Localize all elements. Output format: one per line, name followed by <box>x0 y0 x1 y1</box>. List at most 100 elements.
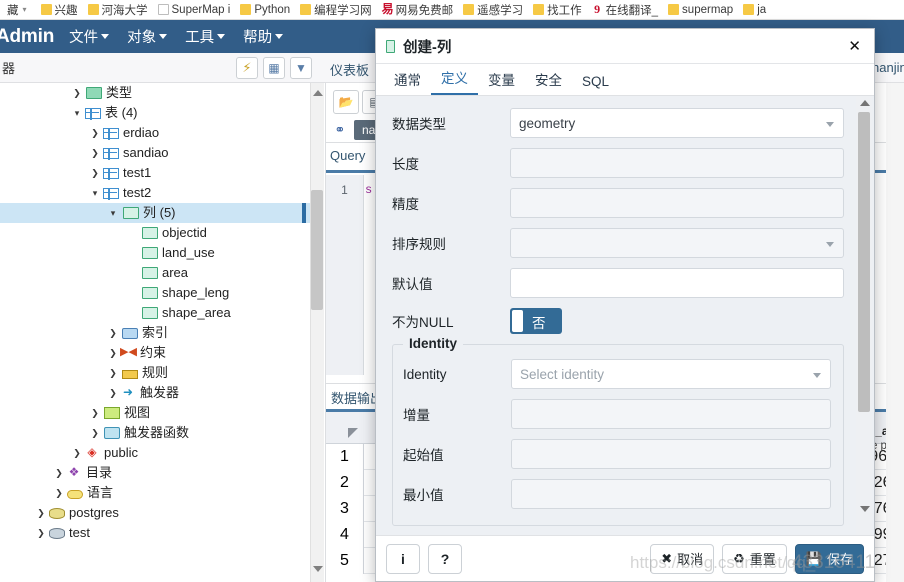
tree-scrollbar-thumb[interactable] <box>311 190 323 310</box>
reset-button[interactable]: ♻ 重置 <box>722 543 787 574</box>
bookmark-item[interactable]: 易网易免费邮 <box>377 1 459 19</box>
dialog-tab-0[interactable]: 通常 <box>384 69 431 95</box>
bookmark-item[interactable]: 遥感学习 <box>458 1 528 19</box>
lightning-icon[interactable]: ⚡ <box>236 57 258 79</box>
scroll-down-icon[interactable] <box>860 506 870 512</box>
tree-node[interactable]: ❯ ➜ 触发器 <box>0 383 310 403</box>
scroll-up-icon[interactable] <box>860 100 870 106</box>
tree-node[interactable]: ❯ sandiao <box>0 143 310 163</box>
bookmark-item[interactable]: 兴趣 <box>36 1 83 19</box>
code-text[interactable]: s <box>365 183 372 197</box>
identity-field-control[interactable] <box>511 439 831 469</box>
chevron-right-icon[interactable]: ❯ <box>88 408 102 419</box>
cancel-button[interactable]: ✖ 取消 <box>650 543 715 574</box>
bookmark-item[interactable]: supermap <box>663 1 738 19</box>
tree-node[interactable]: ❯ ◈ public <box>0 443 310 463</box>
chevron-right-icon[interactable]: ❯ <box>106 388 120 399</box>
chevron-down-icon[interactable]: ▾ <box>106 208 120 219</box>
bookmark-item[interactable]: Python <box>235 1 295 19</box>
tree-scrollbar[interactable] <box>310 83 324 582</box>
menu-1[interactable]: 对象 <box>118 26 176 47</box>
bookmark-item[interactable]: 9 在线翻译_ <box>587 1 663 19</box>
tree-node[interactable]: ❯ ❖ 目录 <box>0 463 310 483</box>
dialog-scrollbar[interactable] <box>856 96 872 535</box>
identity-field-control[interactable]: Select identity <box>511 359 831 389</box>
tree-node[interactable]: ❯ test <box>0 523 310 543</box>
tree-node[interactable]: ❯ 类型 <box>0 83 310 103</box>
data-type-select[interactable]: geometry <box>510 108 844 138</box>
filter-icon[interactable]: ▼ <box>290 57 312 79</box>
tree-node[interactable]: ❯ 触发器函数 <box>0 423 310 443</box>
tree-node[interactable]: shape_leng <box>0 283 310 303</box>
tree-node[interactable]: ❯ 规则 <box>0 363 310 383</box>
result-grid-scrollbar[interactable] <box>886 83 904 582</box>
tab-dashboard[interactable]: 仪表板 <box>330 60 369 79</box>
dialog-tab-3[interactable]: 安全 <box>525 69 572 95</box>
info-button[interactable]: i <box>386 543 420 574</box>
tree-node[interactable]: ❯ erdiao <box>0 123 310 143</box>
tree-node[interactable]: area <box>0 263 310 283</box>
chevron-right-icon[interactable]: ❯ <box>88 428 102 439</box>
chevron-right-icon[interactable]: ❯ <box>34 528 48 539</box>
bookmark-item[interactable]: SuperMap i <box>153 1 236 19</box>
chevron-down-icon[interactable]: ▾ <box>88 188 102 199</box>
collation-select[interactable] <box>510 228 844 258</box>
tree-node[interactable]: ▾ 列 (5) <box>0 203 310 223</box>
identity-field-label: 增量 <box>403 408 430 423</box>
chevron-right-icon[interactable]: ❯ <box>106 348 120 359</box>
tree-node[interactable]: ❯ postgres <box>0 503 310 523</box>
dialog-tab-4[interactable]: SQL <box>572 74 619 95</box>
tree-node[interactable]: ▾ 表 (4) <box>0 103 310 123</box>
bookmark-item[interactable]: 找工作 <box>528 1 587 19</box>
chevron-right-icon[interactable]: ❯ <box>88 148 102 159</box>
chevron-right-icon[interactable]: ❯ <box>106 328 120 339</box>
menu-0[interactable]: 文件 <box>60 26 118 47</box>
chevron-right-icon[interactable]: ❯ <box>70 448 84 459</box>
tree-node[interactable]: land_use <box>0 243 310 263</box>
chevron-right-icon[interactable]: ❯ <box>52 468 66 479</box>
chevron-right-icon[interactable]: ❯ <box>70 88 84 99</box>
close-icon[interactable]: ✕ <box>845 37 864 56</box>
chevron-right-icon[interactable]: ❯ <box>88 168 102 179</box>
grid-icon[interactable]: ▦ <box>263 57 285 79</box>
menu-2[interactable]: 工具 <box>176 26 234 47</box>
tree-node[interactable]: ❯ 索引 <box>0 323 310 343</box>
menu-3[interactable]: 帮助 <box>234 26 292 47</box>
identity-field-control[interactable] <box>511 479 831 509</box>
tree-node[interactable]: objectid <box>0 223 310 243</box>
chevron-right-icon[interactable]: ❯ <box>106 368 120 379</box>
bookmark-collapse[interactable]: 藏 ▾ <box>2 1 36 19</box>
not-null-toggle[interactable]: 否 <box>510 308 562 334</box>
bookmark-item[interactable]: ja <box>738 1 771 19</box>
grid-corner-icon[interactable] <box>348 428 358 438</box>
tree-node[interactable]: ❯ 视图 <box>0 403 310 423</box>
chevron-right-icon[interactable]: ❯ <box>88 128 102 139</box>
bookmark-item[interactable]: 河海大学 <box>83 1 153 19</box>
save-button[interactable]: 💾 保存 <box>794 543 864 574</box>
default-input[interactable] <box>510 268 844 298</box>
bookmark-item[interactable]: 编程学习网 <box>295 1 377 19</box>
tree-node[interactable]: ❯ 语言 <box>0 483 310 503</box>
dialog-tab-1[interactable]: 定义 <box>431 67 478 95</box>
help-button[interactable]: ? <box>428 543 462 574</box>
chevron-right-icon[interactable]: ❯ <box>34 508 48 519</box>
tree-node[interactable]: ❯ ▶◀ 约束 <box>0 343 310 363</box>
open-file-icon[interactable]: 📂 <box>333 90 359 114</box>
tree-node[interactable]: ❯ test1 <box>0 163 310 183</box>
field-row-not-null: 不为NULL 否 <box>392 308 844 334</box>
chevron-right-icon[interactable]: ❯ <box>52 488 66 499</box>
dialog-scrollbar-thumb[interactable] <box>858 112 870 412</box>
tree-scroll-down-icon[interactable] <box>313 566 323 572</box>
column-icon <box>142 247 158 259</box>
tab-query[interactable]: Query <box>330 148 365 163</box>
tree-node[interactable]: ▾ test2 <box>0 183 310 203</box>
tree-scroll-up-icon[interactable] <box>313 90 323 96</box>
tree-node[interactable]: shape_area <box>0 303 310 323</box>
dialog-tab-2[interactable]: 变量 <box>478 69 525 95</box>
precision-input[interactable] <box>510 188 844 218</box>
identity-field-control[interactable] <box>511 399 831 429</box>
tab-nanjing[interactable]: nanjing <box>872 60 904 75</box>
length-input[interactable] <box>510 148 844 178</box>
chevron-down-icon[interactable]: ▾ <box>70 108 84 119</box>
object-tree[interactable]: ❯ 类型 ▾ 表 (4) ❯ erdiao ❯ sandiao ❯ test1 ▾ test2 ▾ 列 (… <box>0 83 310 582</box>
